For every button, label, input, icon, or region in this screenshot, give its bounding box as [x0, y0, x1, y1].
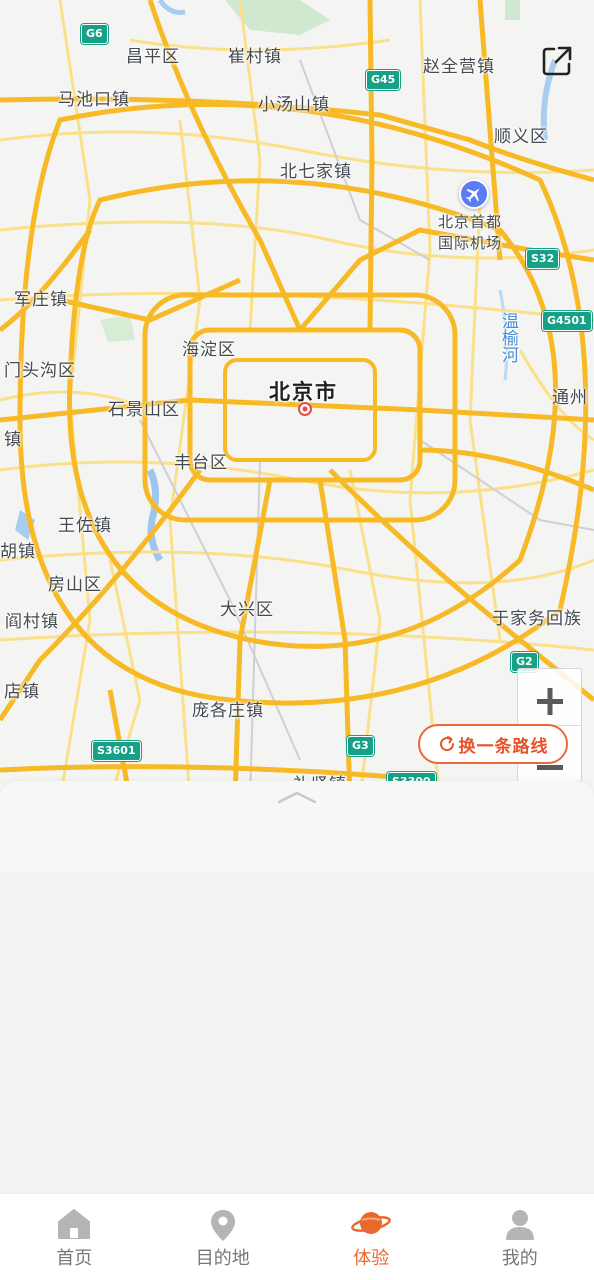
place-label: 丰台区 [174, 453, 228, 473]
share-icon[interactable] [540, 44, 574, 78]
place-label: 北京首都 [438, 213, 503, 231]
tab-home[interactable]: 首页 [0, 1194, 149, 1280]
screen: 昌平区 崔村镇 赵全营镇 马池口镇 小汤山镇 顺义区 北七家镇 北京首都 国际机… [0, 0, 594, 1280]
water-label: 温榆河 [498, 312, 518, 363]
place-label: 于家务回族 [492, 609, 582, 629]
place-label: 海淀区 [182, 340, 236, 360]
tab-label: 我的 [501, 1248, 538, 1269]
plus-icon [537, 688, 563, 715]
place-label: 国际机场 [438, 234, 503, 252]
change-route-button[interactable]: 换一条路线 [418, 724, 568, 764]
place-label: 北七家镇 [280, 162, 352, 182]
place-label: 庞各庄镇 [192, 701, 264, 721]
highway-shield: G6 [81, 24, 108, 44]
tab-mine[interactable]: 我的 [446, 1194, 594, 1280]
place-label: 店镇 [4, 682, 40, 702]
content-area [0, 871, 594, 1193]
place-label: 石景山区 [108, 400, 180, 420]
place-label: 马池口镇 [58, 90, 130, 110]
highway-shield: G45 [366, 70, 401, 90]
change-route-label: 换一条路线 [458, 736, 549, 757]
place-label: 通州 [552, 388, 588, 408]
zoom-in-button[interactable] [518, 669, 581, 726]
tab-bar: 首页 目的地 体验 我的 [0, 1193, 594, 1280]
place-label: 胡镇 [0, 542, 36, 562]
city-center-marker-icon [298, 402, 312, 416]
highway-shield: G4501 [542, 311, 592, 331]
place-label: 军庄镇 [14, 290, 68, 310]
bottom-sheet[interactable] [0, 781, 594, 871]
place-label: 房山区 [48, 575, 102, 595]
tab-destination[interactable]: 目的地 [149, 1194, 298, 1280]
highway-shield: G3 [347, 736, 374, 756]
tab-label: 首页 [56, 1248, 93, 1269]
place-label: 顺义区 [494, 127, 548, 147]
refresh-icon [439, 736, 454, 752]
place-label: 阎村镇 [5, 612, 59, 632]
highway-shield: S32 [526, 249, 560, 269]
place-label: 王佐镇 [58, 516, 112, 536]
user-icon [505, 1210, 534, 1240]
tab-experience[interactable]: 体验 [297, 1194, 446, 1280]
place-label: 大兴区 [220, 600, 274, 620]
place-label: 小汤山镇 [258, 95, 330, 115]
highway-shield: S3601 [92, 741, 141, 761]
airport-pin-icon[interactable] [459, 179, 489, 209]
place-label: 赵全营镇 [423, 57, 495, 77]
home-icon [58, 1209, 91, 1239]
planet-icon [351, 1212, 392, 1234]
place-label: 昌平区 [126, 47, 180, 67]
place-label: 崔村镇 [228, 47, 282, 67]
place-label: 镇 [4, 430, 22, 450]
tab-label: 体验 [353, 1248, 390, 1269]
map-view[interactable]: 昌平区 崔村镇 赵全营镇 马池口镇 小汤山镇 顺义区 北七家镇 北京首都 国际机… [0, 0, 594, 800]
location-pin-icon [210, 1210, 235, 1241]
place-label: 门头沟区 [4, 361, 76, 381]
chevron-up-icon[interactable] [276, 789, 318, 805]
tab-label: 目的地 [195, 1248, 250, 1269]
